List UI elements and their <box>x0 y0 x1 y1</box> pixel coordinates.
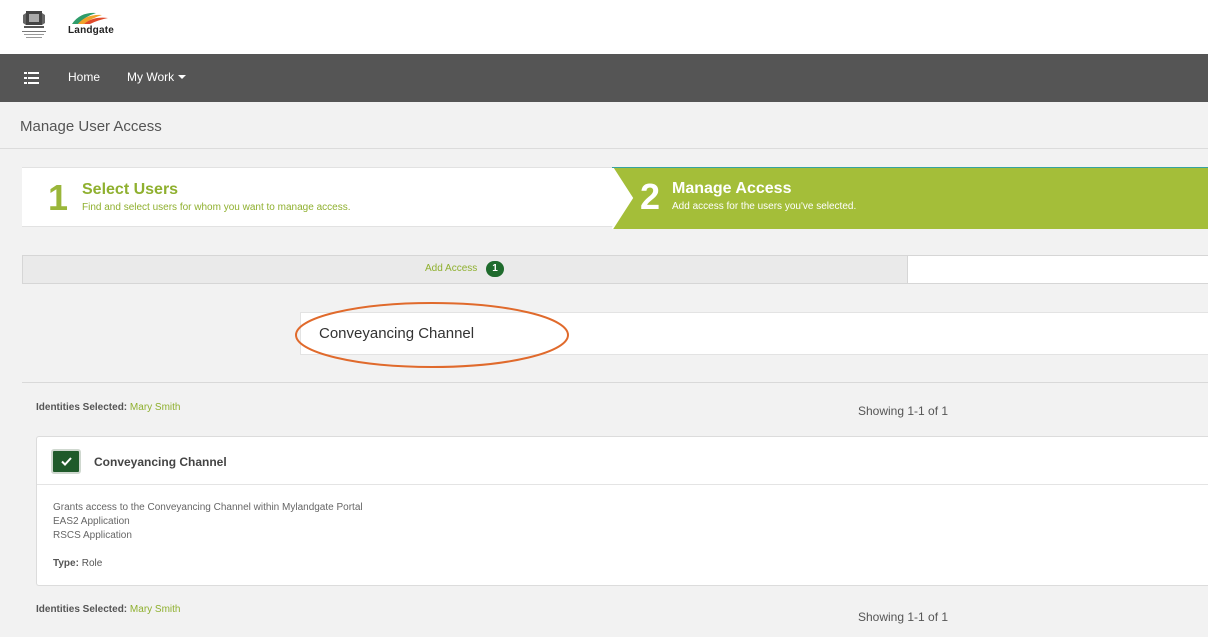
wizard-steps: 1 Select Users Find and select users for… <box>22 167 1208 229</box>
nav-home-link[interactable]: Home <box>68 70 100 84</box>
identities-selected-label: Identities Selected: <box>36 604 128 615</box>
identities-selected-value: Mary Smith <box>129 604 181 615</box>
tab-add-access-label: Add Access <box>425 263 478 274</box>
nav-my-work-label: My Work <box>127 70 175 84</box>
landgate-logo-text: Landgate <box>68 25 115 36</box>
section-divider <box>22 382 1208 383</box>
nav-my-work-dropdown[interactable]: My Work <box>127 70 187 84</box>
access-card-type-value: Role <box>81 558 103 569</box>
step1-title: Select Users <box>82 181 179 198</box>
identities-selected-value: Mary Smith <box>129 402 181 413</box>
access-card-item: RSCS Application <box>53 530 132 541</box>
identities-selected: Identities Selected: Mary Smith <box>36 402 180 413</box>
results-count: Showing 1-1 of 1 <box>858 610 949 624</box>
page-title: Manage User Access <box>20 118 162 135</box>
access-tabs: Add Access 1 <box>22 255 1208 284</box>
caret-down-icon <box>178 75 187 79</box>
checkmark-icon <box>61 457 72 466</box>
access-card: Conveyancing Channel Grants access to th… <box>36 436 1208 586</box>
access-card-type: Type: Role <box>53 558 102 569</box>
step2-number: 2 <box>640 176 661 217</box>
access-card-header: Conveyancing Channel <box>37 437 1208 485</box>
wizard-step-manage-access: 2 Manage Access Add access for the users… <box>612 167 1208 229</box>
access-card-title: Conveyancing Channel <box>94 455 227 469</box>
access-search-input[interactable] <box>300 312 1208 355</box>
main-navbar: Home My Work <box>0 54 1208 102</box>
top-header: Landgate <box>0 0 1208 54</box>
identities-selected-label: Identities Selected: <box>36 402 128 413</box>
add-access-count-badge: 1 <box>486 261 504 277</box>
step1-description: Find and select users for whom you want … <box>82 202 351 213</box>
step2-title: Manage Access <box>672 180 792 197</box>
identities-selected: Identities Selected: Mary Smith <box>36 604 180 615</box>
tab-secondary[interactable] <box>907 256 1208 283</box>
tab-add-access[interactable]: Add Access 1 <box>23 256 907 283</box>
results-count: Showing 1-1 of 1 <box>858 404 949 418</box>
access-card-checkbox[interactable] <box>51 449 81 474</box>
access-card-item: EAS2 Application <box>53 516 130 527</box>
step1-number: 1 <box>48 177 69 218</box>
access-card-description: Grants access to the Conveyancing Channe… <box>53 502 363 513</box>
page-title-bar: Manage User Access <box>0 102 1208 149</box>
step2-description: Add access for the users you've selected… <box>672 201 857 212</box>
search-area <box>22 312 1208 355</box>
government-crest-logo <box>20 9 48 43</box>
list-icon[interactable] <box>24 71 39 85</box>
access-card-type-label: Type: <box>53 558 79 569</box>
access-card-body: Grants access to the Conveyancing Channe… <box>37 501 363 543</box>
